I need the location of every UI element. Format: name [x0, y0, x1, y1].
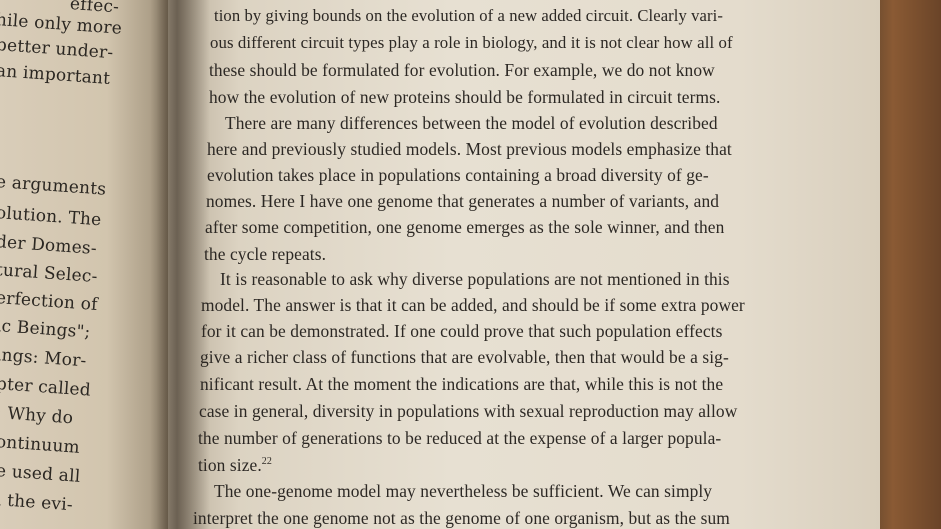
left-page-line: l the evi- [0, 490, 74, 516]
text-line: ous different circuit types play a role … [210, 33, 733, 52]
text-line: The one-genome model may nevertheless be… [214, 481, 713, 501]
text-line: for it can be demonstrated. If one could… [201, 321, 723, 341]
text-line: here and previously studied models. Most… [207, 139, 732, 159]
left-page-line: ings: Mor- [0, 345, 88, 372]
text-line: It is reasonable to ask why diverse popu… [220, 269, 730, 289]
left-page-line: der Domes- [0, 232, 98, 260]
footnote-marker: 22 [261, 456, 272, 468]
text-line: nomes. Here I have one genome that gener… [206, 191, 720, 211]
left-page-line: erfection of [0, 288, 99, 316]
text-line: tion by giving bounds on the evolution o… [214, 6, 723, 25]
text-line: after some competition, one genome emerg… [205, 217, 725, 237]
left-page-line: e used all [0, 461, 81, 487]
text-line: evolution takes place in populations con… [207, 165, 709, 185]
text-line: model. The answer is that it can be adde… [201, 295, 745, 315]
text-line: give a richer class of functions that ar… [200, 347, 729, 367]
text-line: There are many differences between the m… [225, 113, 718, 133]
left-page-line: ic Beings"; [0, 316, 92, 343]
book-gutter-shadow [150, 0, 210, 529]
text-line: nificant result. At the moment the indic… [200, 374, 724, 394]
page-edge [872, 0, 941, 529]
right-page: tion by giving bounds on the evolution o… [168, 0, 880, 529]
left-page-line: an important [0, 61, 111, 89]
left-page-line: better under- [0, 35, 114, 64]
left-page-line: : Why do [0, 403, 74, 429]
text-line: the cycle repeats. [204, 244, 327, 264]
text-line: case in general, diversity in population… [199, 401, 738, 421]
text-line: these should be formulated for evolution… [209, 60, 715, 80]
left-page-line: olution. The [0, 203, 103, 231]
book-photo: effec- hile only more better under- an i… [0, 0, 941, 529]
text-line: how the evolution of new proteins should… [209, 87, 721, 107]
left-page-line: ontinuum [0, 432, 81, 458]
left-page-line: e arguments [0, 172, 107, 200]
text-line: interpret the one genome not as the geno… [193, 508, 730, 528]
left-page-line: tural Selec- [0, 260, 99, 288]
left-page-line: pter called [0, 374, 92, 401]
text-line: the number of generations to be reduced … [198, 428, 722, 448]
